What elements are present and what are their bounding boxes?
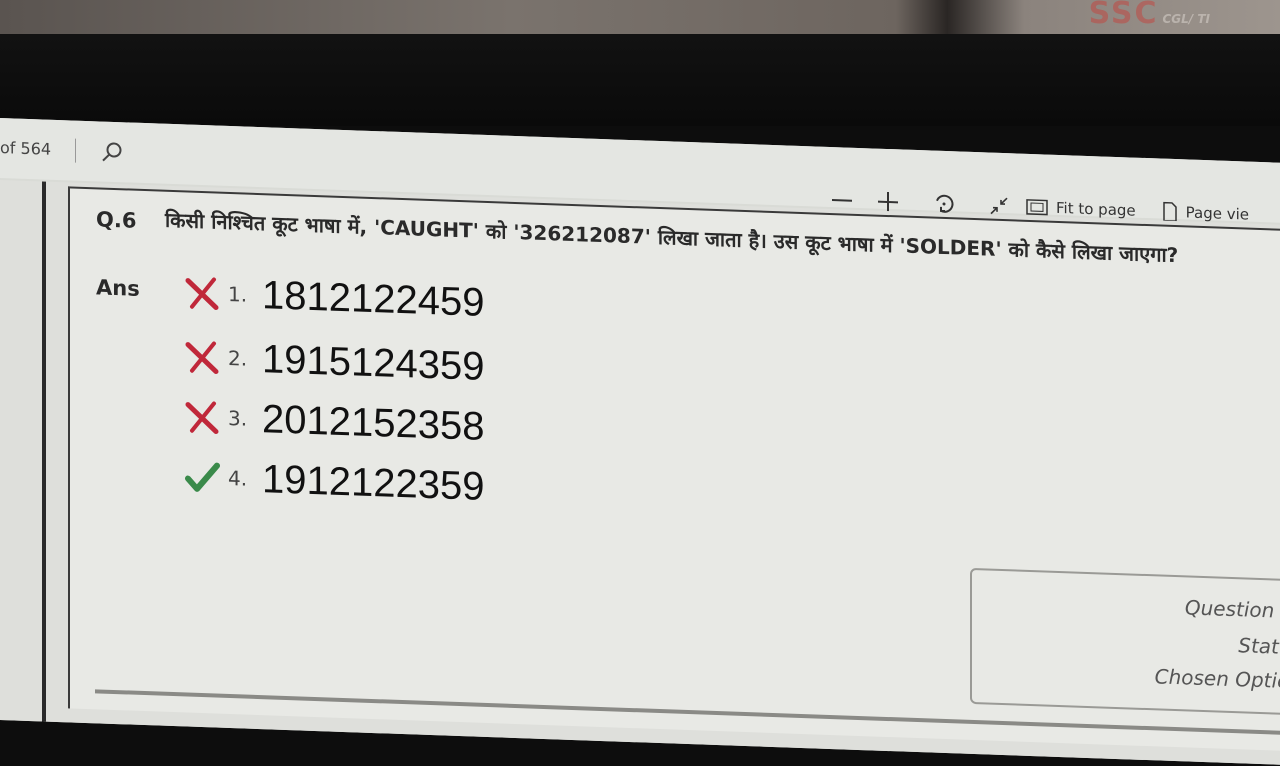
pdf-viewer-screen: of 564 Fit to page Page vie Q.6 किसी निश… [0, 118, 1280, 765]
status-label: Status [1238, 633, 1280, 660]
cross-icon [182, 396, 222, 437]
chosen-option-label: Chosen Option [1154, 664, 1280, 694]
question-info-panel: Question ID Status Chosen Option [970, 567, 1280, 716]
option-value: 1812122459 [262, 272, 485, 325]
background-logo: SSC CGL/ TI [1089, 0, 1210, 31]
toolbar-separator [75, 138, 76, 163]
question-id-label: Question ID [1184, 595, 1280, 623]
logo-subtext: CGL/ TI [1162, 12, 1210, 26]
logo-text: SSC [1088, 0, 1159, 31]
monitor-bezel [0, 34, 1280, 126]
cross-icon [182, 336, 222, 377]
option-number: 2. [228, 345, 248, 371]
option-value: 1912122359 [262, 456, 485, 509]
page-count: of 564 [0, 138, 52, 159]
option-3: 3. 2012152358 [182, 392, 484, 451]
option-value: 1915124359 [262, 336, 485, 389]
option-2: 2. 1915124359 [182, 332, 484, 391]
question-page: Q.6 किसी निश्चित कूट भाषा में, 'CAUGHT' … [68, 186, 1280, 752]
search-icon[interactable] [100, 139, 124, 164]
cross-icon [182, 272, 222, 313]
option-1: 1. 1812122459 [182, 268, 484, 327]
fit-page-icon [1026, 199, 1048, 216]
option-value: 2012152358 [262, 396, 485, 449]
question-number: Q.6 [96, 207, 137, 233]
option-4: 4. 1912122359 [182, 452, 484, 511]
question-text: किसी निश्चित कूट भाषा में, 'CAUGHT' को '… [165, 207, 1179, 268]
document-area: Q.6 किसी निश्चित कूट भाषा में, 'CAUGHT' … [0, 180, 1280, 765]
answer-label: Ans [96, 275, 140, 301]
option-number: 4. [228, 465, 248, 491]
page-icon [1162, 201, 1177, 222]
option-number: 1. [228, 281, 248, 307]
checkmark-icon [182, 456, 222, 497]
option-number: 3. [228, 405, 248, 431]
page-view-label: Page vie [1185, 203, 1250, 224]
page-edge [42, 181, 46, 722]
background-strip: SSC CGL/ TI [0, 0, 1280, 34]
